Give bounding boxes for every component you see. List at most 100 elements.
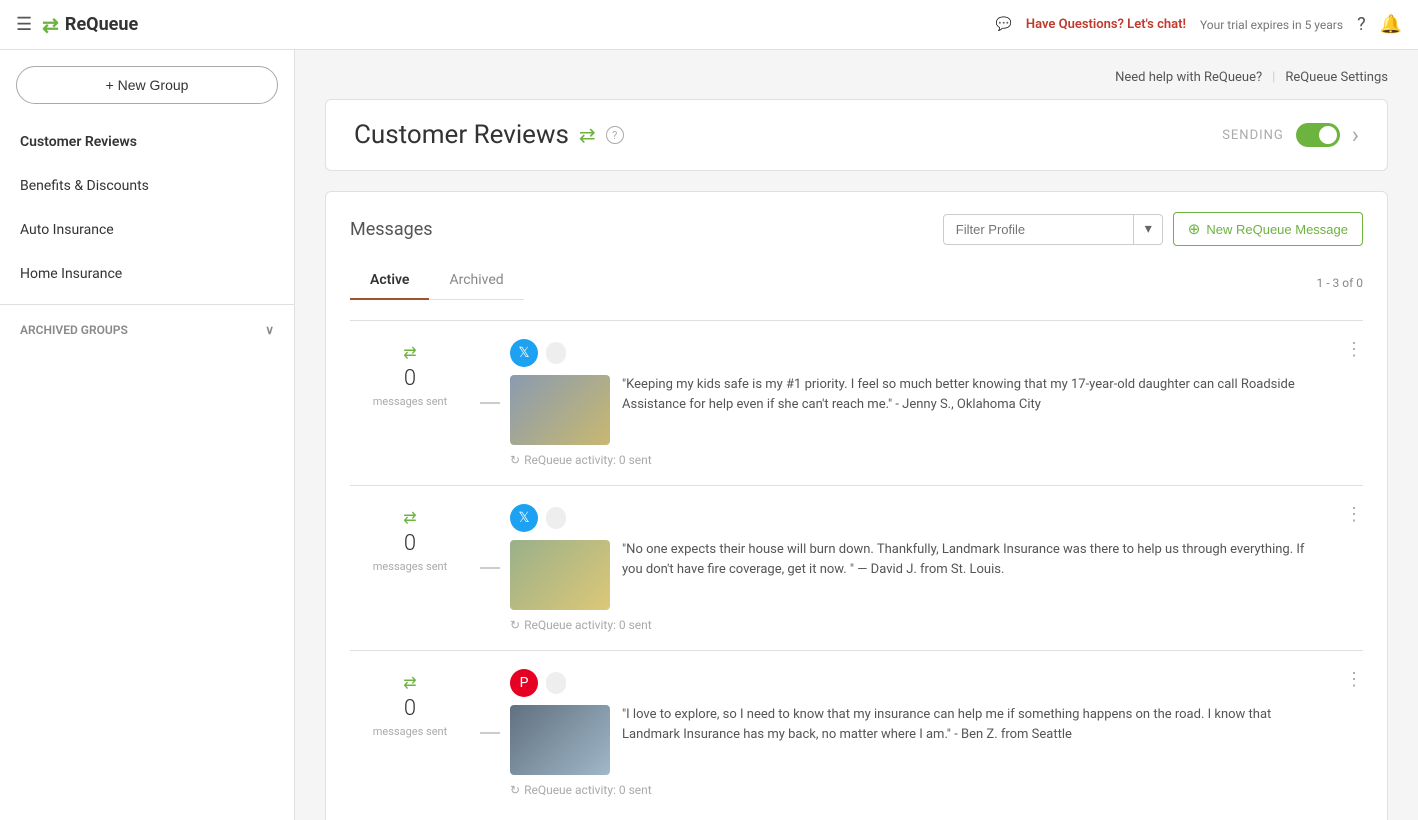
sidebar-item-benefits-discounts[interactable]: Benefits & Discounts [0, 164, 294, 208]
messages-sent-count-1: 0 [404, 366, 416, 391]
hamburger-menu-icon[interactable]: ☰ [16, 14, 32, 35]
requeue-activity-1: ↻ ReQueue activity: 0 sent [510, 453, 1323, 467]
pinterest-icon-3: P [510, 669, 538, 697]
logo-shuffle-icon: ⇄ [42, 13, 59, 37]
requeue-activity-icon-2: ↻ [510, 618, 520, 632]
chat-bubble-icon: 💬 [996, 17, 1012, 32]
message-center-1: 𝕏 "Keeping my kids safe is my #1 priorit… [510, 339, 1323, 467]
profile-pill-3 [546, 672, 566, 694]
group-header-card: Customer Reviews ⇄ ? SENDING › [325, 99, 1388, 171]
separator-line-3 [480, 732, 500, 734]
message-menu-icon-1[interactable]: ⋮ [1345, 339, 1363, 360]
main-content: Need help with ReQueue? | ReQueue Settin… [295, 50, 1418, 820]
main-topbar: Need help with ReQueue? | ReQueue Settin… [325, 70, 1388, 85]
sidebar-item-customer-reviews[interactable]: Customer Reviews [0, 120, 294, 164]
messages-title: Messages [350, 219, 433, 240]
group-title: Customer Reviews [354, 120, 569, 150]
message-menu-icon-3[interactable]: ⋮ [1345, 669, 1363, 690]
message-image-1 [510, 375, 610, 445]
message-text-3: "I love to explore, so I need to know th… [622, 705, 1323, 744]
tab-archived[interactable]: Archived [429, 262, 523, 300]
message-right-2: ⋮ [1323, 504, 1363, 525]
messages-sent-count-3: 0 [404, 696, 416, 721]
message-right-1: ⋮ [1323, 339, 1363, 360]
requeue-shuffle-icon-3: ⇄ [403, 673, 416, 692]
message-text-1: "Keeping my kids safe is my #1 priority.… [622, 375, 1323, 414]
filter-profile-wrap: ▾ [943, 214, 1163, 245]
trial-text: Your trial expires in 5 years [1200, 18, 1343, 32]
messages-sent-label-2: messages sent [373, 560, 447, 573]
group-header-right: SENDING › [1222, 121, 1359, 149]
requeue-activity-3: ↻ ReQueue activity: 0 sent [510, 783, 1323, 797]
messages-sent-label-3: messages sent [373, 725, 447, 738]
message-image-3 [510, 705, 610, 775]
sending-toggle[interactable] [1296, 123, 1340, 147]
message-social-row-1: 𝕏 [510, 339, 1323, 367]
twitter-icon-1: 𝕏 [510, 339, 538, 367]
requeue-shuffle-icon-2: ⇄ [403, 508, 416, 527]
group-help-icon[interactable]: ? [606, 126, 624, 144]
requeue-activity-text-1: ReQueue activity: 0 sent [524, 453, 652, 467]
archived-chevron-icon: ∨ [265, 323, 274, 337]
message-left-stats-3: ⇄ 0 messages sent [350, 669, 470, 738]
message-list: ⇄ 0 messages sent 𝕏 "Keeping my kids saf… [350, 320, 1363, 815]
message-center-2: 𝕏 "No one expects their house will burn … [510, 504, 1323, 632]
message-social-row-2: 𝕏 [510, 504, 1323, 532]
separator-line-2 [480, 567, 500, 569]
plus-circle-icon: ⊕ [1188, 220, 1201, 238]
message-image-2 [510, 540, 610, 610]
messages-actions: ▾ ⊕ New ReQueue Message [943, 212, 1363, 246]
requeue-settings-link[interactable]: ReQueue Settings [1285, 70, 1388, 85]
message-social-row-3: P [510, 669, 1323, 697]
requeue-activity-text-3: ReQueue activity: 0 sent [524, 783, 652, 797]
group-title-area: Customer Reviews ⇄ ? [354, 120, 624, 150]
requeue-shuffle-icon-1: ⇄ [403, 343, 416, 362]
separator-line-1 [480, 402, 500, 404]
requeue-activity-icon-1: ↻ [510, 453, 520, 467]
message-center-3: P "I love to explore, so I need to know … [510, 669, 1323, 797]
top-navigation: ☰ ⇄ ReQueue 💬 Have Questions? Let's chat… [0, 0, 1418, 50]
message-item: ⇄ 0 messages sent 𝕏 "Keeping my kids saf… [350, 320, 1363, 485]
sidebar-item-home-insurance[interactable]: Home Insurance [0, 252, 294, 296]
topbar-separator: | [1272, 70, 1275, 85]
message-right-3: ⋮ [1323, 669, 1363, 690]
messages-section: Messages ▾ ⊕ New ReQueue Message Active [325, 191, 1388, 820]
message-left-stats-2: ⇄ 0 messages sent [350, 504, 470, 573]
message-item: ⇄ 0 messages sent P "I love to explore, … [350, 650, 1363, 815]
sidebar-divider [0, 304, 294, 305]
new-group-button[interactable]: + New Group [16, 66, 278, 104]
message-menu-icon-2[interactable]: ⋮ [1345, 504, 1363, 525]
tab-active[interactable]: Active [350, 262, 429, 300]
requeue-activity-2: ↻ ReQueue activity: 0 sent [510, 618, 1323, 632]
message-content-row-2: "No one expects their house will burn do… [510, 540, 1323, 610]
message-left-stats: ⇄ 0 messages sent [350, 339, 470, 408]
archived-groups-section[interactable]: ARCHIVED GROUPS ∨ [0, 313, 294, 347]
message-content-row-3: "I love to explore, so I need to know th… [510, 705, 1323, 775]
archived-groups-label: ARCHIVED GROUPS [20, 323, 128, 337]
pagination-info: 1 - 3 of 0 [1317, 276, 1363, 290]
have-questions-link[interactable]: Have Questions? Let's chat! [1026, 17, 1186, 32]
new-requeue-button-label: New ReQueue Message [1206, 222, 1348, 237]
app-logo: ⇄ ReQueue [42, 13, 138, 37]
message-item: ⇄ 0 messages sent 𝕏 "No one expects thei… [350, 485, 1363, 650]
profile-pill-2 [546, 507, 566, 529]
profile-pill-1 [546, 342, 566, 364]
messages-sent-label-1: messages sent [373, 395, 447, 408]
help-icon[interactable]: ? [1357, 14, 1366, 35]
new-requeue-message-button[interactable]: ⊕ New ReQueue Message [1173, 212, 1363, 246]
sending-label: SENDING [1222, 128, 1284, 143]
sidebar: + New Group Customer Reviews Benefits & … [0, 50, 295, 820]
group-shuffle-icon[interactable]: ⇄ [579, 123, 596, 147]
group-expand-chevron-icon[interactable]: › [1352, 121, 1359, 149]
messages-sent-count-2: 0 [404, 531, 416, 556]
message-content-row-1: "Keeping my kids safe is my #1 priority.… [510, 375, 1323, 445]
messages-header: Messages ▾ ⊕ New ReQueue Message [350, 212, 1363, 246]
filter-profile-input[interactable] [943, 214, 1163, 245]
message-text-2: "No one expects their house will burn do… [622, 540, 1323, 579]
notifications-icon[interactable]: 🔔 [1380, 14, 1402, 35]
help-requeue-link[interactable]: Need help with ReQueue? [1115, 70, 1262, 85]
logo-text: ReQueue [65, 14, 138, 35]
filter-dropdown-arrow-icon[interactable]: ▾ [1133, 214, 1163, 245]
messages-tabs: Active Archived [350, 262, 524, 300]
sidebar-item-auto-insurance[interactable]: Auto Insurance [0, 208, 294, 252]
